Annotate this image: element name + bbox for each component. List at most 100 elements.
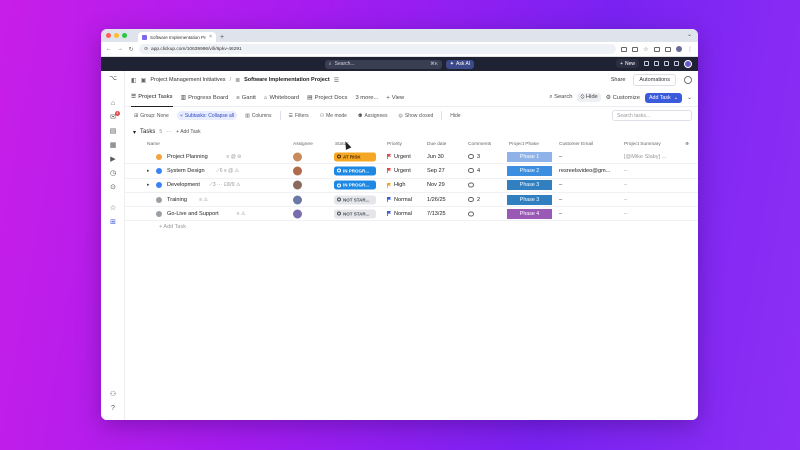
due-date[interactable]: Jun 30 bbox=[427, 154, 444, 160]
invite-user-icon[interactable]: ⚇ bbox=[109, 391, 117, 399]
customer-email[interactable]: resreelsvideo@gm... bbox=[559, 168, 610, 174]
column-header-assignee[interactable]: Assignee bbox=[293, 142, 313, 147]
task-status-dot[interactable] bbox=[156, 167, 162, 174]
priority-cell[interactable]: Urgent bbox=[387, 154, 411, 160]
task-status-dot[interactable] bbox=[156, 153, 162, 160]
show-closed-chip[interactable]: ◎ Show closed bbox=[396, 111, 437, 120]
project-phase-badge[interactable]: Phase 2 bbox=[507, 165, 552, 176]
notepad-icon[interactable] bbox=[654, 61, 659, 66]
table-row[interactable]: ▸ Development ⟋3 ··· ⊡0/9 ⚠ IN PROGR... … bbox=[125, 179, 698, 193]
forward-arrow-icon[interactable]: → bbox=[117, 46, 123, 52]
ask-ai-button[interactable]: ✦ Ask AI bbox=[445, 59, 475, 69]
comments-cell[interactable]: 2 bbox=[468, 197, 480, 203]
status-badge[interactable]: IN PROGR... bbox=[334, 166, 376, 176]
new-tab-button[interactable]: + bbox=[220, 33, 224, 42]
search-view-button[interactable]: ⌕ Search bbox=[549, 94, 572, 101]
project-phase-badge[interactable]: Phase 3 bbox=[507, 194, 552, 205]
hide-fields-chip[interactable]: Hide bbox=[447, 111, 463, 120]
task-name[interactable]: Go-Live and Support bbox=[167, 211, 219, 217]
due-date[interactable]: Sep 27 bbox=[427, 168, 445, 174]
due-date[interactable]: 7/13/25 bbox=[427, 211, 446, 217]
project-summary[interactable]: [@Mike Slaby] ... bbox=[624, 154, 666, 160]
column-header-customer-email[interactable]: Customer Email bbox=[559, 142, 593, 147]
timesheets-icon[interactable]: ◷ bbox=[109, 170, 117, 178]
user-avatar[interactable] bbox=[684, 59, 692, 68]
project-summary[interactable]: – bbox=[624, 182, 627, 188]
subtasks-chip[interactable]: ⑂ Subtasks: Collapse all bbox=[176, 111, 238, 120]
task-status-dot[interactable] bbox=[156, 196, 162, 203]
cast-icon[interactable] bbox=[621, 46, 627, 52]
new-button[interactable]: + New bbox=[616, 59, 639, 68]
tab-whiteboard[interactable]: ⌂ Whiteboard bbox=[264, 89, 299, 107]
group-add-task-button[interactable]: + Add Task bbox=[176, 129, 201, 135]
home-icon[interactable]: ⌂ bbox=[109, 100, 117, 108]
back-arrow-icon[interactable]: ← bbox=[106, 46, 112, 52]
search-tasks-input[interactable]: Search tasks... bbox=[612, 110, 692, 121]
group-title[interactable]: Tasks bbox=[140, 129, 155, 135]
automations-button[interactable]: Automations bbox=[633, 74, 676, 86]
group-by-chip[interactable]: ⊞ Group: None bbox=[131, 111, 172, 120]
due-date[interactable]: Nov 29 bbox=[427, 182, 445, 188]
list-options-icon[interactable]: ☰ bbox=[334, 77, 339, 84]
maximize-window-button[interactable] bbox=[122, 33, 127, 38]
task-name[interactable]: System Design bbox=[167, 168, 205, 174]
collapse-group-chevron-icon[interactable]: ▾ bbox=[133, 129, 136, 136]
comments-cell[interactable] bbox=[468, 182, 477, 188]
record-icon[interactable] bbox=[644, 61, 649, 66]
expand-subtasks-chevron-icon[interactable]: ▸ bbox=[147, 182, 150, 188]
table-row[interactable]: Project Planning ≡ @ ⊘ AT RISK Urgent Ju… bbox=[125, 150, 698, 165]
spaces-grid-icon[interactable]: ⊞ bbox=[109, 219, 117, 227]
add-column-icon[interactable]: ⊕ bbox=[685, 142, 689, 147]
project-phase-badge[interactable]: Phase 1 bbox=[507, 151, 552, 162]
more-icon[interactable]: ⊙ bbox=[109, 184, 117, 192]
table-row[interactable]: ▸ System Design ⟋6 ≡ @ ⚠ IN PROGR... Urg… bbox=[125, 164, 698, 179]
breadcrumb-parent[interactable]: Project Management Initiatives bbox=[150, 77, 225, 83]
task-name[interactable]: Project Planning bbox=[167, 154, 208, 160]
add-task-dropdown-chevron-icon[interactable]: ⌄ bbox=[674, 95, 678, 101]
column-header-project-summary[interactable]: Project Summary bbox=[624, 142, 661, 147]
tab-project-tasks[interactable]: ☰ Project Tasks bbox=[131, 89, 173, 107]
status-badge[interactable]: NOT STAR... bbox=[334, 209, 376, 219]
avatar[interactable] bbox=[293, 195, 302, 205]
task-status-dot[interactable] bbox=[156, 182, 162, 189]
status-badge[interactable]: AT RISK bbox=[334, 152, 376, 162]
priority-cell[interactable]: Normal bbox=[387, 211, 412, 217]
avatar[interactable] bbox=[293, 209, 302, 219]
browser-tab[interactable]: Software Implementation Pro × bbox=[138, 32, 216, 42]
column-header-project-phase[interactable]: Project Phase bbox=[509, 142, 539, 147]
column-header-name[interactable]: Name bbox=[147, 142, 160, 147]
priority-cell[interactable]: Urgent bbox=[387, 168, 411, 174]
project-summary[interactable]: – bbox=[624, 168, 627, 174]
tab-close-icon[interactable]: × bbox=[209, 34, 212, 40]
filters-chip[interactable]: ☰ Filters bbox=[286, 111, 312, 120]
due-date[interactable]: 1/26/25 bbox=[427, 197, 446, 203]
help-icon[interactable]: ? bbox=[109, 405, 117, 413]
avatar[interactable] bbox=[293, 152, 302, 162]
add-view-button[interactable]: + View bbox=[386, 89, 404, 107]
chat-icon[interactable] bbox=[684, 76, 692, 84]
tab-menu-chevron-icon[interactable]: ⌄ bbox=[687, 31, 692, 38]
url-field[interactable]: ⊙ app.clickup.com/10639996/v/li/6pkv-462… bbox=[139, 44, 616, 54]
customer-email[interactable]: – bbox=[559, 211, 562, 217]
table-row[interactable]: Go-Live and Support ≡ ⚠ NOT STAR... Norm… bbox=[125, 207, 698, 222]
column-header-priority[interactable]: Priority bbox=[387, 142, 402, 147]
sidepanel-icon[interactable] bbox=[665, 46, 671, 52]
site-info-icon[interactable]: ⊙ bbox=[144, 47, 148, 52]
global-search-input[interactable]: ⌕ Search... ⌘K bbox=[324, 59, 442, 69]
tab-project-docs[interactable]: ▤ Project Docs bbox=[307, 89, 347, 107]
avatar[interactable] bbox=[293, 166, 302, 176]
tab-more-views[interactable]: 3 more... bbox=[355, 89, 378, 107]
customer-email[interactable]: – bbox=[559, 182, 562, 188]
bookmark-star-icon[interactable]: ☆ bbox=[643, 46, 649, 53]
extension-icon[interactable] bbox=[654, 46, 660, 52]
minimize-window-button[interactable] bbox=[114, 33, 119, 38]
project-phase-badge[interactable]: Phase 4 bbox=[507, 208, 552, 219]
priority-cell[interactable]: Normal bbox=[387, 197, 412, 203]
columns-chip[interactable]: ▥ Columns bbox=[242, 111, 274, 120]
tab-progress-board[interactable]: ▥ Progress Board bbox=[181, 89, 229, 107]
add-task-row[interactable]: + Add Task bbox=[125, 221, 698, 235]
calendar-icon[interactable] bbox=[664, 61, 669, 66]
task-name[interactable]: Training bbox=[167, 197, 187, 203]
me-mode-chip[interactable]: ⚇ Me mode bbox=[317, 111, 350, 120]
comments-cell[interactable]: 4 bbox=[468, 168, 480, 174]
